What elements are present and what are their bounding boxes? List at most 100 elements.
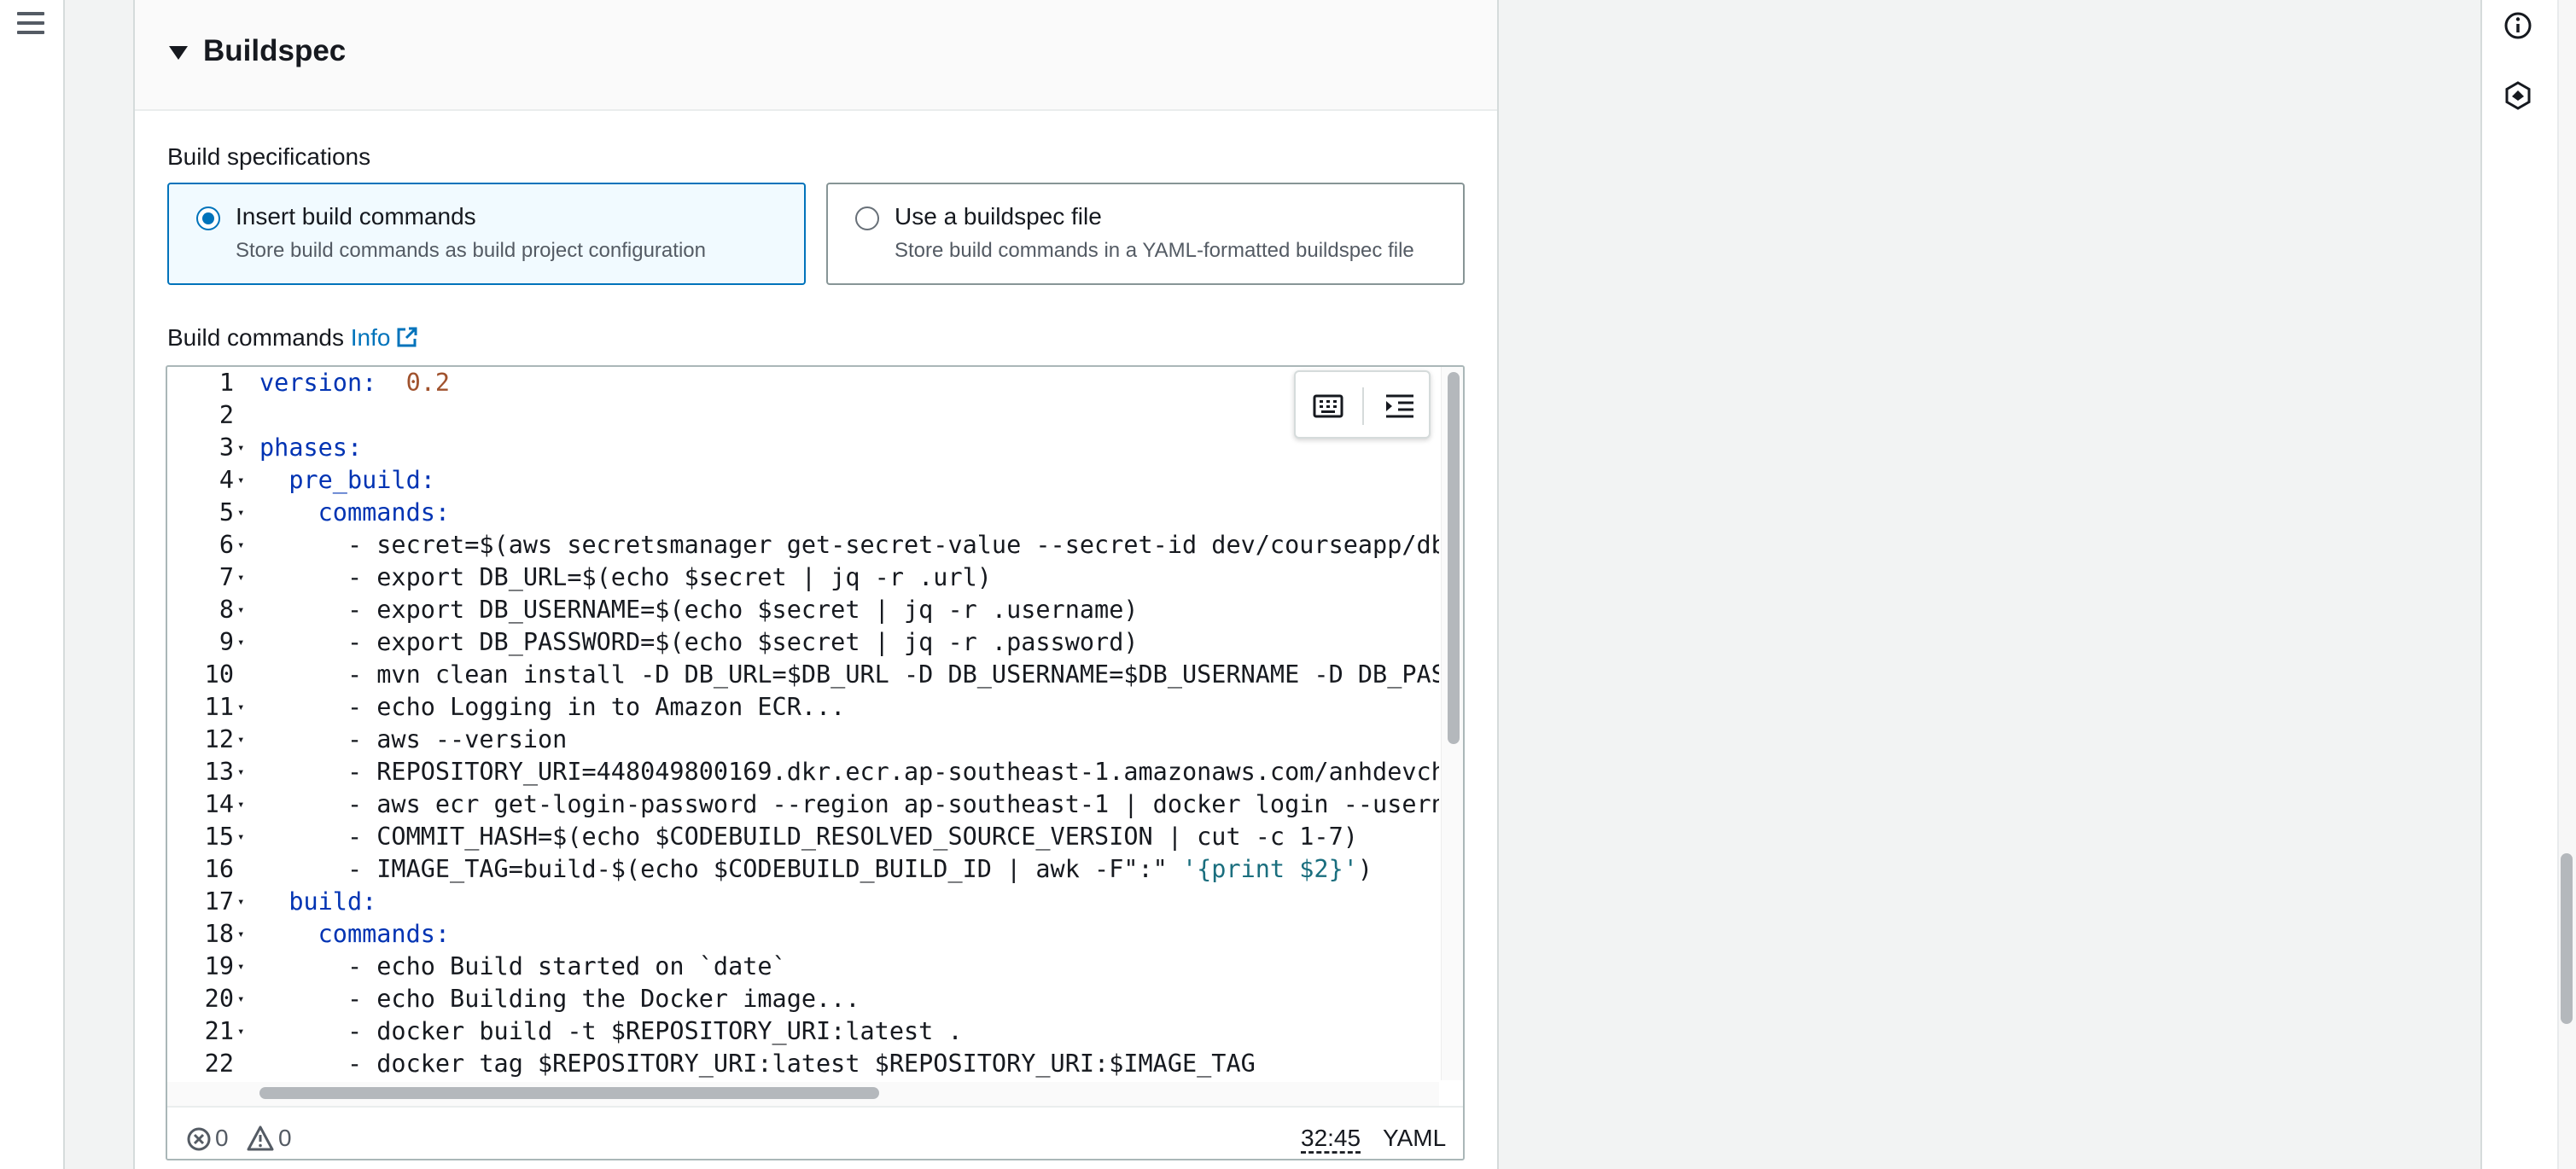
code-token: '{print $2}' (1181, 855, 1358, 883)
code-token: - aws --version (259, 725, 568, 753)
fold-toggle-icon[interactable]: ▾ (237, 821, 244, 853)
code-line[interactable]: 6 ▾ - secret=$(aws secretsmanager get-sec… (167, 529, 1439, 561)
vertical-scroll-thumb[interactable] (1448, 372, 1460, 744)
warning-count[interactable]: 0 (278, 1125, 292, 1152)
code-token: phases: (259, 433, 363, 462)
code-line[interactable]: 4 ▾ pre_build: (167, 464, 1439, 497)
radio-insert-build-commands[interactable] (196, 206, 220, 230)
code-line[interactable]: 9 ▾ - export DB_PASSWORD=$(echo $secret |… (167, 626, 1439, 659)
code-line[interactable]: 12 ▾ - aws --version (167, 724, 1439, 756)
code-line[interactable]: 3 ▾ phases: (167, 432, 1439, 464)
code-line[interactable]: 19 ▾ - echo Build started on `date` (167, 951, 1439, 983)
fold-toggle-icon[interactable]: ▾ (237, 724, 244, 756)
code-text: - docker build -t $REPOSITORY_URI:latest… (259, 1015, 963, 1048)
code-line[interactable]: 11 ▾ - echo Logging in to Amazon ECR... (167, 691, 1439, 724)
code-token: - export DB_URL=$(echo $secret | jq -r .… (259, 563, 992, 591)
code-token: - export DB_USERNAME=$(echo $secret | jq… (259, 596, 1139, 624)
code-line[interactable]: 15 ▾ - COMMIT_HASH=$(echo $CODEBUILD_RESO… (167, 821, 1439, 853)
error-count[interactable]: 0 (215, 1125, 229, 1152)
fold-toggle-icon[interactable]: ▾ (237, 1015, 244, 1048)
buildspec-header[interactable]: Buildspec (135, 0, 1497, 111)
code-text: - aws --version (259, 724, 567, 756)
menu-icon[interactable] (17, 12, 44, 39)
fold-toggle-icon[interactable]: ▾ (237, 432, 244, 464)
fold-toggle-icon[interactable]: ▾ (237, 951, 244, 983)
code-token: - mvn clean install -D DB_URL=$DB_URL -D… (259, 660, 1439, 689)
info-icon[interactable] (2501, 9, 2535, 43)
code-line[interactable]: 10 - mvn clean install -D DB_URL=$DB_URL… (167, 659, 1439, 691)
code-line[interactable]: 22 - docker tag $REPOSITORY_URI:latest $… (167, 1048, 1439, 1080)
code-token: - aws ecr get-login-password --region ap… (259, 790, 1439, 818)
fold-toggle-icon[interactable]: ▾ (237, 529, 244, 561)
collapse-caret-icon[interactable] (169, 46, 188, 60)
cursor-position[interactable]: 32:45 (1301, 1125, 1361, 1152)
code-text: - echo Build started on `date` (259, 951, 787, 983)
line-number: 15 (204, 823, 234, 851)
code-line[interactable]: 13 ▾ - REPOSITORY_URI=448049800169.dkr.ec… (167, 756, 1439, 788)
line-number: 17 (204, 887, 234, 916)
code-editor[interactable]: 1 version: 0.2 2 3 ▾ phases: 4 ▾ pre_build: 5 ▾ c… (166, 365, 1465, 1160)
code-text: - export DB_USERNAME=$(echo $secret | jq… (259, 594, 1139, 626)
fold-toggle-icon[interactable]: ▾ (237, 918, 244, 951)
option-title: Use a buildspec file (895, 203, 1102, 230)
line-number: 5 (219, 498, 234, 526)
code-line[interactable]: 20 ▾ - echo Building the Docker image... (167, 983, 1439, 1015)
line-number: 10 (204, 660, 234, 689)
code-text: - docker tag $REPOSITORY_URI:latest $REP… (259, 1048, 1256, 1080)
fold-toggle-icon[interactable]: ▾ (237, 497, 244, 529)
line-number: 8 (219, 596, 234, 624)
settings-hexagon-icon[interactable] (2501, 79, 2535, 113)
info-link[interactable]: Info (351, 324, 391, 351)
radio-use-buildspec-file[interactable] (855, 206, 879, 230)
build-commands-label: Build commands (167, 324, 344, 351)
code-line[interactable]: 21 ▾ - docker build -t $REPOSITORY_URI:la… (167, 1015, 1439, 1048)
code-token: ) (1357, 855, 1373, 883)
code-line[interactable]: 17 ▾ build: (167, 886, 1439, 918)
language-mode[interactable]: YAML (1383, 1125, 1446, 1152)
code-token: - echo Building the Docker image... (259, 985, 860, 1013)
code-text: - REPOSITORY_URI=448049800169.dkr.ecr.ap… (259, 756, 1439, 788)
fold-toggle-icon[interactable]: ▾ (237, 983, 244, 1015)
code-line[interactable]: 5 ▾ commands: (167, 497, 1439, 529)
code-token: build: (288, 887, 377, 916)
fold-toggle-icon[interactable]: ▾ (237, 594, 244, 626)
fold-toggle-icon[interactable]: ▾ (237, 886, 244, 918)
option-description: Store build commands in a YAML-formatted… (895, 239, 1414, 262)
option-insert-build-commands[interactable]: Insert build commands Store build comman… (167, 183, 806, 285)
line-number: 3 (219, 433, 234, 462)
option-use-buildspec-file[interactable]: Use a buildspec file Store build command… (826, 183, 1465, 285)
code-line[interactable]: 8 ▾ - export DB_USERNAME=$(echo $secret |… (167, 594, 1439, 626)
fold-toggle-icon[interactable]: ▾ (237, 561, 244, 594)
indent-icon[interactable] (1383, 389, 1417, 423)
code-token: - echo Build started on `date` (259, 952, 787, 980)
line-number: 22 (204, 1050, 234, 1078)
build-commands-label-row: Build commands Info (167, 324, 419, 352)
code-line[interactable]: 18 ▾ commands: (167, 918, 1439, 951)
horizontal-scroll-thumb[interactable] (259, 1087, 879, 1099)
code-token: - REPOSITORY_URI=448049800169.dkr.ecr.ap… (259, 758, 1439, 786)
left-navigation-rail (0, 0, 65, 1169)
keyboard-icon[interactable] (1311, 389, 1345, 423)
code-line[interactable]: 1 version: 0.2 (167, 367, 1439, 399)
line-number: 19 (204, 952, 234, 980)
fold-toggle-icon[interactable]: ▾ (237, 464, 244, 497)
fold-toggle-icon[interactable]: ▾ (237, 626, 244, 659)
code-line[interactable]: 14 ▾ - aws ecr get-login-password --regio… (167, 788, 1439, 821)
code-area[interactable]: 1 version: 0.2 2 3 ▾ phases: 4 ▾ pre_build: 5 ▾ c… (167, 367, 1439, 1080)
page-scroll-thumb[interactable] (2561, 853, 2573, 1024)
code-line[interactable]: 2 (167, 399, 1439, 432)
external-link-icon[interactable] (395, 325, 419, 349)
fold-toggle-icon[interactable]: ▾ (237, 788, 244, 821)
option-description: Store build commands as build project co… (236, 239, 706, 262)
code-line[interactable]: 16 - IMAGE_TAG=build-$(echo $CODEBUILD_B… (167, 853, 1439, 886)
code-token: - docker build -t $REPOSITORY_URI:latest… (259, 1017, 963, 1045)
line-number: 14 (204, 790, 234, 818)
code-line[interactable]: 7 ▾ - export DB_URL=$(echo $secret | jq -… (167, 561, 1439, 594)
line-number: 7 (219, 563, 234, 591)
fold-toggle-icon[interactable]: ▾ (237, 756, 244, 788)
line-number: 13 (204, 758, 234, 786)
fold-toggle-icon[interactable]: ▾ (237, 691, 244, 724)
